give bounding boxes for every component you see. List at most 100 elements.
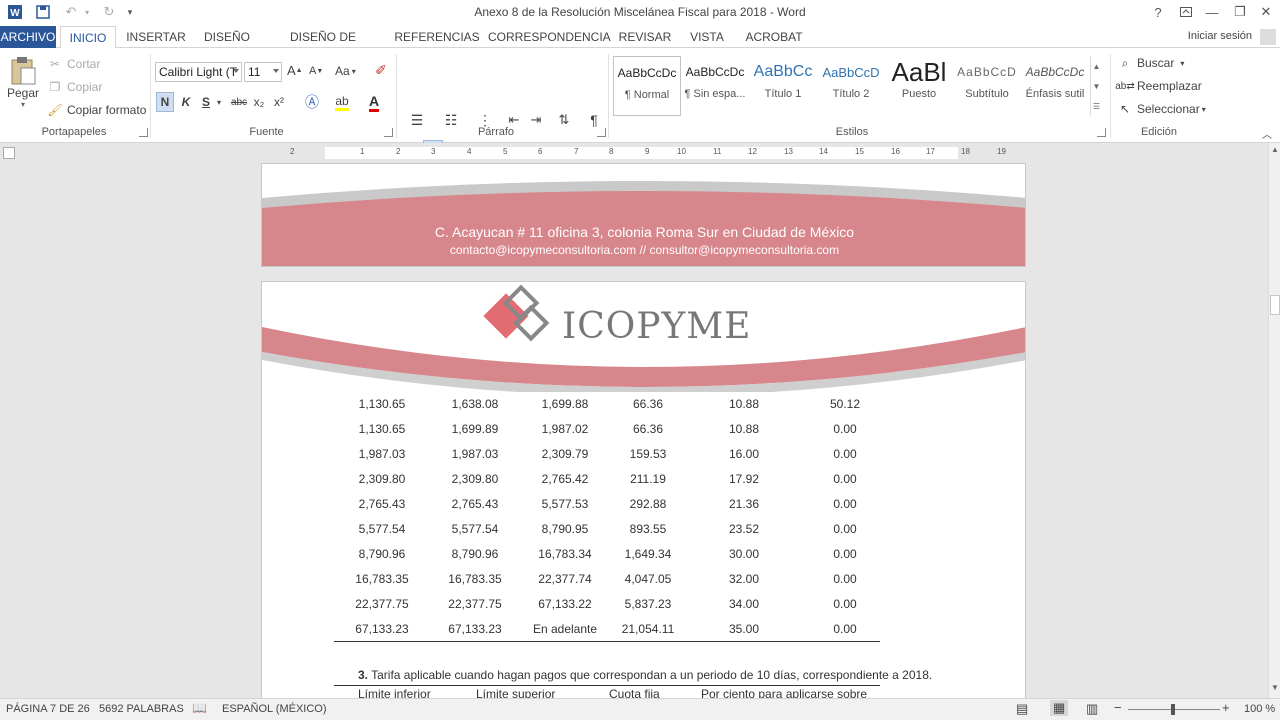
scrollbar-thumb[interactable] [1270,295,1280,315]
ruler-tick: 18 [961,147,970,156]
zoom-out-button[interactable]: − [1114,700,1122,715]
title-bar: W ↶ ▾ ↻ ▾ Anexo 8 de la Resolución Misce… [0,0,1280,26]
table-top-border [334,685,880,686]
proofing-icon[interactable]: 📖 [192,701,207,715]
format-painter-button[interactable]: 🖌 Copiar formato [46,101,146,119]
style-name: Título 1 [764,88,802,100]
font-launcher-icon[interactable] [384,128,393,137]
print-layout-icon[interactable]: ▦ [1050,700,1069,716]
horizontal-ruler[interactable]: 2 1 2 3 4 5 6 7 8 9 10 11 12 13 14 15 16… [261,147,1026,159]
select-button[interactable]: ↖ Seleccionar ▾ [1116,100,1206,118]
bold-button[interactable]: N [156,92,174,112]
styles-launcher-icon[interactable] [1097,128,1106,137]
page-footer-area[interactable]: C. Acayucan # 11 oficina 3, colonia Roma… [261,163,1026,267]
gallery-down-icon[interactable]: ▼ [1093,82,1101,91]
tab-insert[interactable]: INSERTAR [122,26,190,48]
tab-mailings[interactable]: CORRESPONDENCIA [488,26,611,48]
document-title: Anexo 8 de la Resolución Miscelánea Fisc… [474,5,806,19]
paragraph-launcher-icon[interactable] [597,128,606,137]
page-content[interactable]: ICOPYME 1,130.65 1,638.08 1,699.88 66.36 10.… [261,281,1026,698]
table-cell: 30.00 [728,546,760,561]
undo-dropdown-icon[interactable]: ▾ [82,3,92,21]
tab-selector-icon[interactable] [3,147,15,159]
highlight-icon[interactable]: ab [330,92,354,112]
read-mode-icon[interactable]: ▤ [1016,701,1028,717]
word-logo-icon[interactable]: W [6,3,24,21]
subscript-button[interactable]: x₂ [250,92,268,112]
gallery-up-icon[interactable]: ▲ [1093,62,1101,71]
collapse-ribbon-icon[interactable]: ︿ [1262,126,1272,141]
change-case-button[interactable]: Aa ▾ [335,64,356,78]
tab-page-layout[interactable]: DISEÑO DE PÁGINA [266,26,380,66]
style-subtle-emphasis[interactable]: AaBbCcDc Énfasis sutil [1021,56,1089,116]
tab-file[interactable]: ARCHIVO [0,26,56,48]
minimize-button[interactable]: — [1198,2,1226,22]
tab-view[interactable]: VISTA [684,26,730,48]
table-cell: 2,309.80 [358,471,406,486]
underline-button[interactable]: S [198,92,214,112]
clipboard-launcher-icon[interactable] [139,128,148,137]
page-count[interactable]: PÁGINA 7 DE 26 [6,703,90,715]
font-color-icon[interactable]: A [362,92,386,112]
shrink-font-button[interactable]: A ▼ [309,65,323,77]
style-title[interactable]: AaBl Puesto [885,56,953,116]
style-heading-1[interactable]: AaBbCc Título 1 [749,56,817,116]
tab-references[interactable]: REFERENCIAS [390,26,484,48]
copy-button[interactable]: ❐ Copiar [46,78,103,96]
web-layout-icon[interactable]: ▥ [1086,701,1098,717]
close-button[interactable]: ✕ [1252,2,1280,22]
ruler-tick: 3 [431,147,436,156]
tab-design[interactable]: DISEÑO [198,26,256,48]
cut-button[interactable]: ✂ Cortar [46,55,100,73]
zoom-in-button[interactable]: + [1222,700,1230,715]
font-name-dropdown-icon[interactable] [233,69,239,73]
zoom-slider-thumb[interactable] [1171,704,1175,715]
help-button[interactable]: ? [1144,2,1172,22]
vertical-scrollbar[interactable]: ▲ ▼ [1268,143,1280,698]
gallery-more-icon[interactable]: ☰ [1093,102,1100,111]
tab-review[interactable]: REVISAR [614,26,676,48]
style-normal[interactable]: AaBbCcDc ¶ Normal [613,56,681,116]
word-count[interactable]: 5692 PALABRAS [99,703,184,715]
svg-text:W: W [10,8,20,19]
table-row: 2,765.43 2,765.43 5,577.53 292.88 21.36 0.00 [334,491,888,516]
restore-button[interactable]: ❐ [1226,2,1254,22]
scroll-down-icon[interactable]: ▼ [1271,683,1279,692]
table-cell: 292.88 [629,496,667,511]
table-cell: 0.00 [833,571,857,586]
paste-button[interactable]: Pegar ▾ [6,56,40,109]
style-heading-2[interactable]: AaBbCcD Título 2 [817,56,885,116]
undo-icon[interactable]: ↶ [62,3,80,21]
grow-font-button[interactable]: A ▲ [287,63,303,78]
document-workspace[interactable]: 2 1 2 3 4 5 6 7 8 9 10 11 12 13 14 15 16… [0,143,1268,698]
styles-gallery-scroll[interactable]: ▲ ▼ ☰ [1090,56,1102,116]
find-button[interactable]: ⌕ Buscar ▾ [1116,54,1185,72]
replace-button[interactable]: ab⇄ Reemplazar [1115,77,1201,95]
style-subtitle[interactable]: AaBbCcD Subtítulo [953,56,1021,116]
text-effects-icon[interactable]: Ⓐ [300,92,324,112]
sign-in-link[interactable]: Iniciar sesión [1188,30,1252,42]
table-cell: 16,783.35 [355,571,409,586]
underline-dropdown-icon[interactable]: ▾ [214,92,224,112]
redo-icon[interactable]: ↻ [100,3,118,21]
strikethrough-button[interactable]: abc [228,92,250,112]
tab-home[interactable]: INICIO [60,26,116,49]
language-indicator[interactable]: ESPAÑOL (MÉXICO) [222,703,327,715]
user-avatar-icon[interactable] [1260,29,1276,45]
tab-acrobat[interactable]: ACROBAT [742,26,806,48]
save-icon[interactable] [34,3,52,21]
ribbon-display-options-icon[interactable] [1172,2,1200,22]
clear-formatting-icon[interactable]: ✐ [375,62,387,79]
scroll-up-icon[interactable]: ▲ [1271,145,1279,154]
italic-button[interactable]: K [178,92,194,112]
font-size-dropdown-icon[interactable] [273,69,279,73]
font-size-combobox[interactable]: 11 [244,62,282,82]
customize-toolbar-icon[interactable]: ▾ [124,3,136,21]
font-name-combobox[interactable]: Calibri Light (T [155,62,242,82]
table-cell: 0.00 [833,421,857,436]
superscript-button[interactable]: x² [270,92,288,112]
style-name: Título 2 [832,88,870,100]
zoom-level[interactable]: 100 % [1244,703,1275,715]
paste-dropdown-icon[interactable]: ▾ [21,100,25,109]
style-no-spacing[interactable]: AaBbCcDc ¶ Sin espa... [681,56,749,116]
